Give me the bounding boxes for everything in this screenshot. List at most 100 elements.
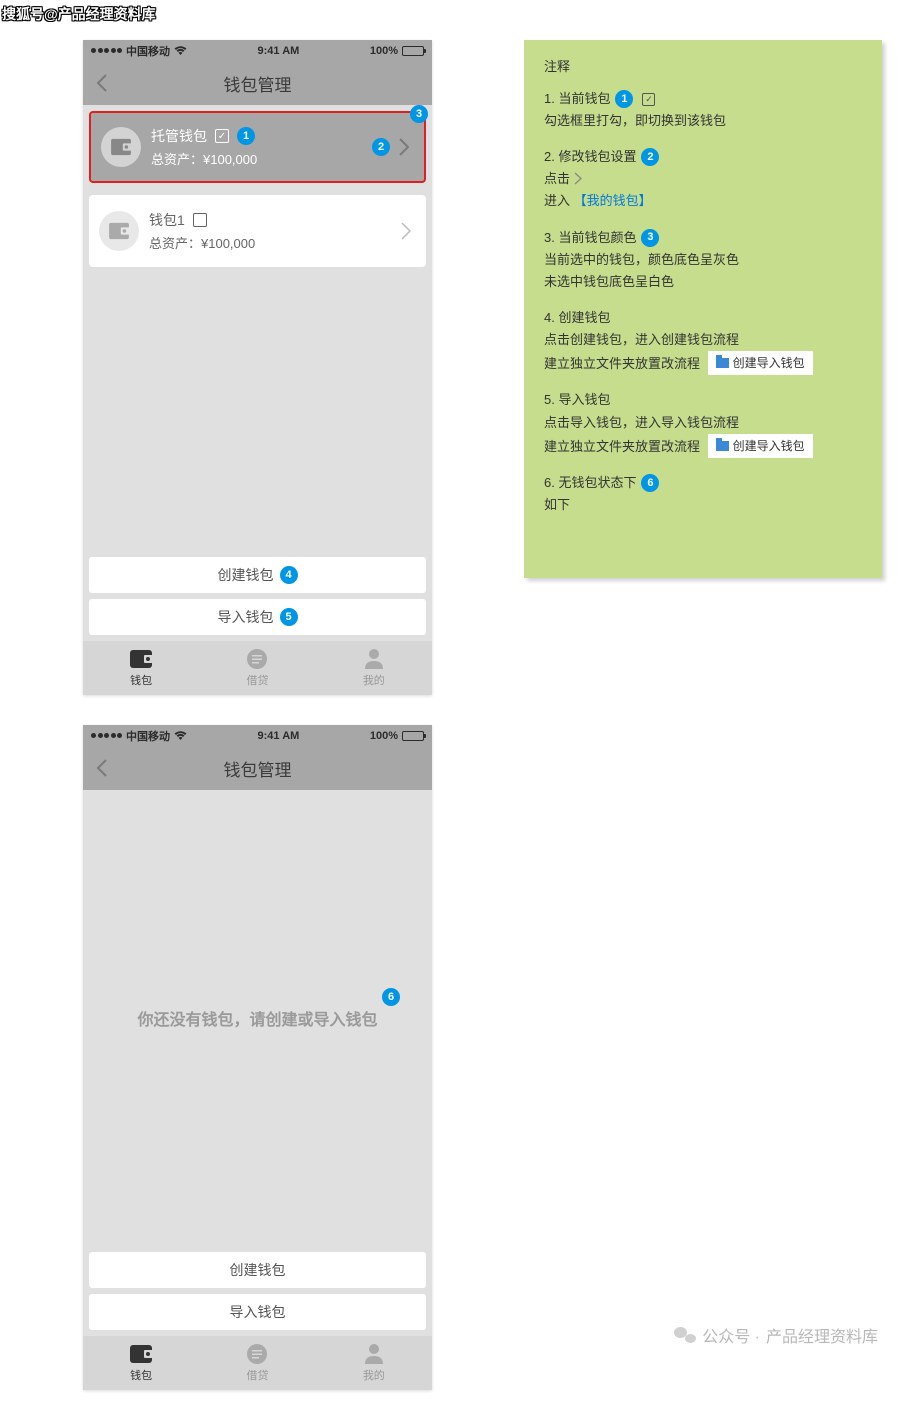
loan-icon bbox=[245, 648, 269, 670]
ann-head-text: 1. 当前钱包 bbox=[544, 88, 610, 110]
ann-body: 点击 bbox=[544, 171, 570, 186]
tab-bar: 钱包 借贷 我的 bbox=[83, 1336, 432, 1390]
import-wallet-label: 导入钱包 bbox=[230, 1302, 286, 1322]
annotation-item-2: 2. 修改钱包设置 2 点击 进入 【我的钱包】 bbox=[544, 146, 862, 212]
ann-body: 进入 bbox=[544, 193, 570, 208]
loan-icon bbox=[245, 1343, 269, 1365]
wallet-checkbox-unchecked[interactable] bbox=[193, 213, 207, 227]
annotation-badge-5: 5 bbox=[280, 608, 298, 626]
annotation-item-3: 3. 当前钱包颜色 3 当前选中的钱包，颜色底色呈灰色 未选中钱包底色呈白色 bbox=[544, 227, 862, 293]
ann-body: 建立独立文件夹放置改流程 bbox=[544, 356, 700, 371]
nav-bar: 钱包管理 bbox=[83, 746, 432, 790]
ann-head-text: 3. 当前钱包颜色 bbox=[544, 227, 636, 249]
wifi-icon bbox=[174, 46, 187, 56]
nav-title: 钱包管理 bbox=[224, 756, 292, 781]
annotation-badge-2: 2 bbox=[641, 148, 659, 166]
create-wallet-label: 创建钱包 bbox=[230, 1260, 286, 1280]
battery-percent: 100% bbox=[370, 730, 398, 742]
watermark-bottom-name: 产品经理资料库 bbox=[766, 1323, 878, 1347]
annotation-item-6: 6. 无钱包状态下 6 如下 bbox=[544, 472, 862, 516]
annotation-panel: 注释 1. 当前钱包 1 ✓ 勾选框里打勾，即切换到该钱包 2. 修改钱包设置 … bbox=[524, 40, 882, 578]
assets-value: ¥100,000 bbox=[201, 236, 255, 251]
annotation-badge-1: 1 bbox=[237, 127, 255, 145]
empty-msg-text: 你还没有钱包，请创建或导入钱包 bbox=[137, 1006, 377, 1030]
empty-wallet-message: 你还没有钱包，请创建或导入钱包 6 bbox=[83, 790, 432, 1246]
wallet-icon bbox=[101, 127, 141, 167]
wallet-icon bbox=[129, 648, 153, 670]
tab-wallet-label: 钱包 bbox=[130, 1367, 152, 1383]
annotation-badge-6: 6 bbox=[382, 988, 400, 1006]
status-bar: 中国移动 9:41 AM 100% bbox=[83, 40, 432, 61]
folder-icon bbox=[716, 441, 729, 451]
annotation-badge-6: 6 bbox=[641, 474, 659, 492]
wallet-checkbox-checked[interactable]: ✓ bbox=[215, 129, 229, 143]
annotation-badge-3: 3 bbox=[410, 105, 428, 123]
phone-mockup-wallet-list: 中国移动 9:41 AM 100% 钱包管理 3 托管钱包 ✓ bbox=[83, 40, 432, 695]
tab-loan[interactable]: 借贷 bbox=[199, 1336, 315, 1390]
annotation-badge-1: 1 bbox=[615, 90, 633, 108]
back-button[interactable] bbox=[91, 68, 113, 98]
tab-me[interactable]: 我的 bbox=[316, 1336, 432, 1390]
wallet-name: 钱包1 bbox=[149, 210, 185, 230]
back-button[interactable] bbox=[91, 753, 113, 783]
chevron-right-icon[interactable] bbox=[394, 132, 414, 162]
folder-label: 创建导入钱包 bbox=[733, 436, 805, 456]
annotation-badge-3: 3 bbox=[641, 229, 659, 247]
person-icon bbox=[362, 1343, 386, 1365]
annotation-badge-4: 4 bbox=[280, 566, 298, 584]
wallet-icon bbox=[99, 211, 139, 251]
tab-me[interactable]: 我的 bbox=[316, 641, 432, 695]
annotation-badge-2: 2 bbox=[372, 138, 390, 156]
status-bar: 中国移动 9:41 AM 100% bbox=[83, 725, 432, 746]
signal-icon bbox=[91, 48, 122, 53]
battery-percent: 100% bbox=[370, 45, 398, 57]
tab-wallet[interactable]: 钱包 bbox=[83, 1336, 199, 1390]
battery-icon bbox=[402, 731, 424, 741]
folder-icon bbox=[716, 358, 729, 368]
tab-loan[interactable]: 借贷 bbox=[199, 641, 315, 695]
chevron-right-icon[interactable] bbox=[396, 216, 416, 246]
ann-head-text: 4. 创建钱包 bbox=[544, 307, 610, 329]
annotation-item-1: 1. 当前钱包 1 ✓ 勾选框里打勾，即切换到该钱包 bbox=[544, 88, 862, 132]
annotation-item-5: 5. 导入钱包 点击导入钱包，进入导入钱包流程 建立独立文件夹放置改流程 创建导… bbox=[544, 389, 862, 458]
assets-label: 总资产： bbox=[151, 152, 203, 167]
wifi-icon bbox=[174, 731, 187, 741]
watermark-bottom-prefix: 公众号 · bbox=[702, 1323, 760, 1347]
status-time: 9:41 AM bbox=[258, 45, 300, 57]
my-wallet-link[interactable]: 【我的钱包】 bbox=[574, 193, 652, 208]
import-wallet-button[interactable]: 导入钱包 bbox=[89, 1294, 426, 1330]
ann-body: 点击导入钱包，进入导入钱包流程 bbox=[544, 412, 862, 434]
folder-tag: 创建导入钱包 bbox=[708, 434, 813, 458]
tab-bar: 钱包 借贷 我的 bbox=[83, 641, 432, 695]
create-wallet-button[interactable]: 创建钱包 bbox=[89, 1252, 426, 1288]
person-icon bbox=[362, 648, 386, 670]
tab-me-label: 我的 bbox=[363, 1367, 385, 1383]
tab-loan-label: 借贷 bbox=[246, 672, 268, 688]
chevron-right-icon bbox=[574, 170, 582, 192]
tab-loan-label: 借贷 bbox=[246, 1367, 268, 1383]
ann-head-text: 2. 修改钱包设置 bbox=[544, 146, 636, 168]
assets-value: ¥100,000 bbox=[203, 152, 257, 167]
wechat-icon bbox=[674, 1326, 696, 1344]
status-time: 9:41 AM bbox=[258, 730, 300, 742]
import-wallet-button[interactable]: 导入钱包 5 bbox=[89, 599, 426, 635]
create-wallet-button[interactable]: 创建钱包 4 bbox=[89, 557, 426, 593]
ann-body: 点击创建钱包，进入创建钱包流程 bbox=[544, 329, 862, 351]
tab-wallet-label: 钱包 bbox=[130, 672, 152, 688]
wallet-icon bbox=[129, 1343, 153, 1365]
carrier-label: 中国移动 bbox=[126, 728, 170, 744]
signal-icon bbox=[91, 733, 122, 738]
watermark-top: 搜狐号@产品经理资料库 bbox=[2, 4, 156, 24]
battery-icon bbox=[402, 46, 424, 56]
nav-bar: 钱包管理 bbox=[83, 61, 432, 105]
ann-head-text: 5. 导入钱包 bbox=[544, 389, 610, 411]
watermark-bottom: 公众号 · 产品经理资料库 bbox=[674, 1323, 878, 1347]
ann-body: 如下 bbox=[544, 494, 862, 516]
carrier-label: 中国移动 bbox=[126, 43, 170, 59]
wallet-name: 托管钱包 bbox=[151, 126, 207, 146]
wallet-card-unselected[interactable]: 钱包1 总资产：¥100,000 bbox=[89, 195, 426, 267]
wallet-card-selected[interactable]: 3 托管钱包 ✓ 1 总资产：¥100,000 2 bbox=[89, 111, 426, 183]
assets-label: 总资产： bbox=[149, 236, 201, 251]
folder-tag: 创建导入钱包 bbox=[708, 351, 813, 375]
tab-wallet[interactable]: 钱包 bbox=[83, 641, 199, 695]
